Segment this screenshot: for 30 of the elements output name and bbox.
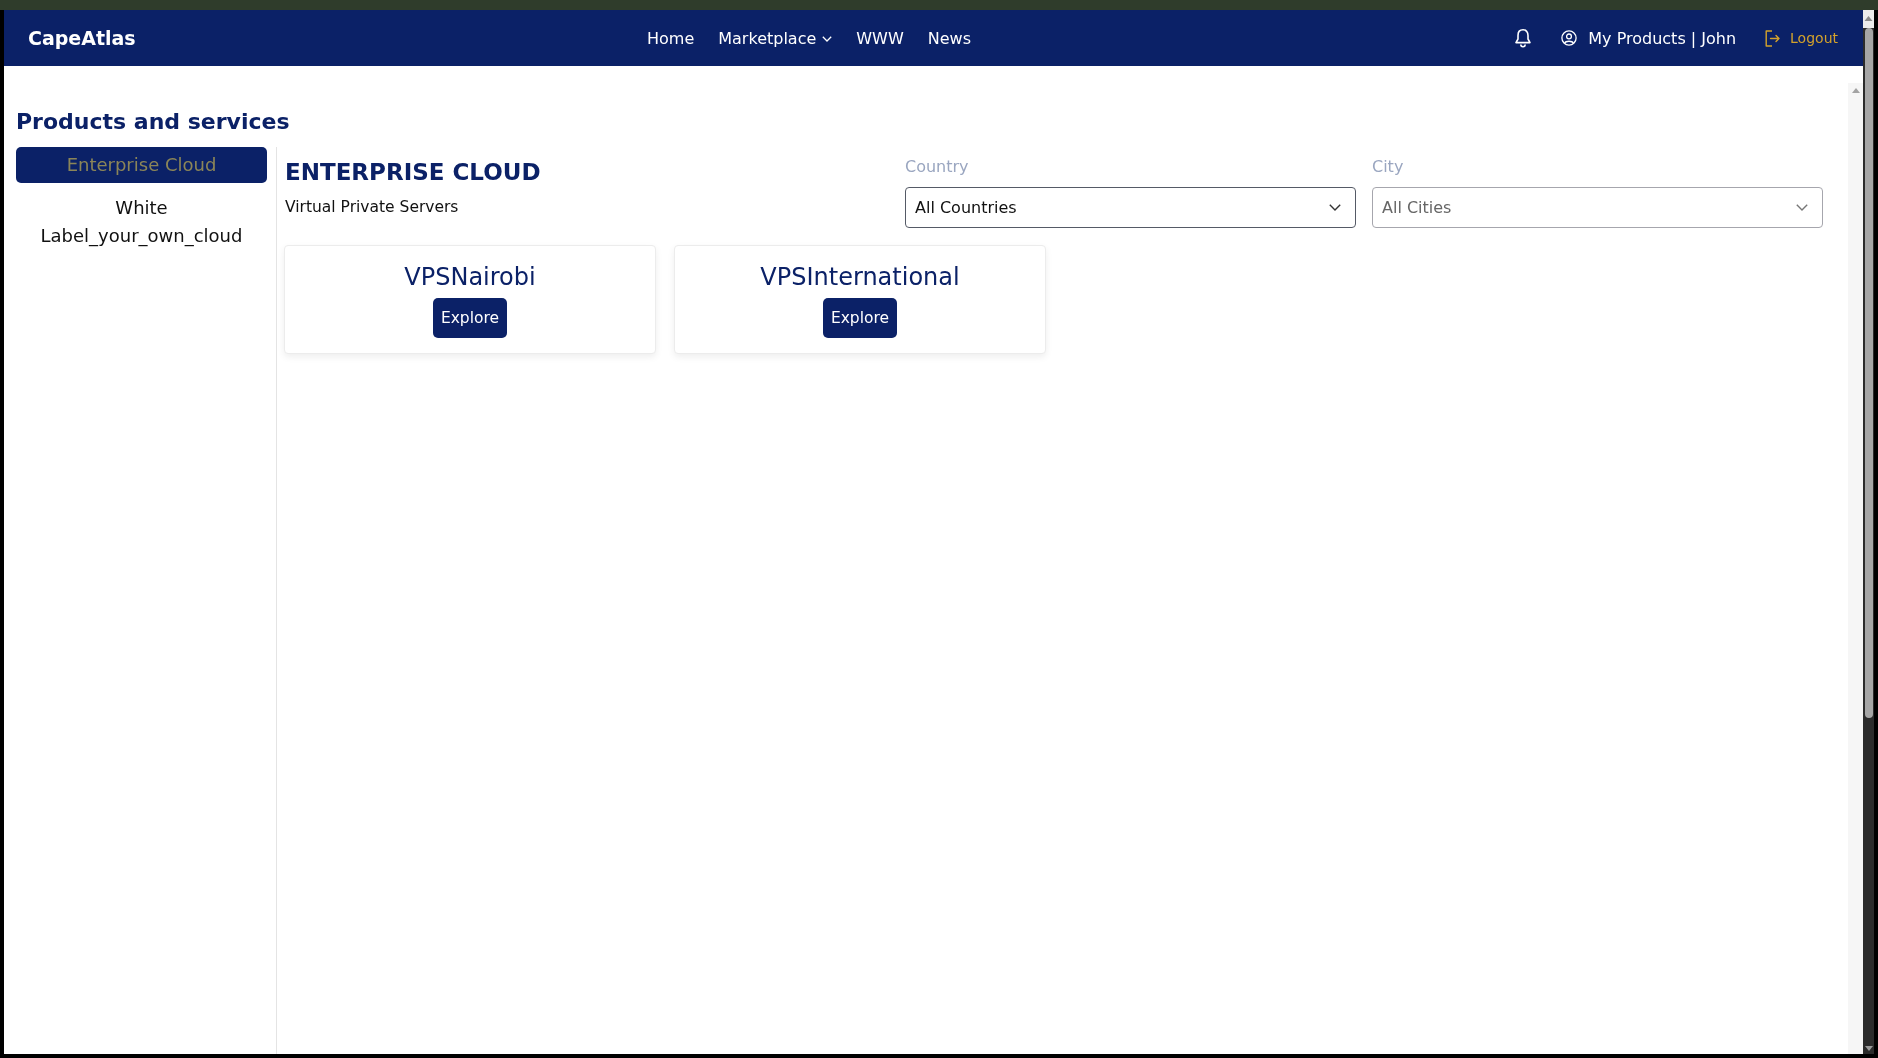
chevron-down-icon bbox=[1796, 204, 1808, 211]
caret-icon bbox=[822, 36, 833, 42]
nav-link[interactable]: News bbox=[927, 28, 971, 48]
account-link[interactable]: My Products | John bbox=[1561, 28, 1737, 48]
nav-link[interactable]: WWW bbox=[856, 28, 904, 48]
sidebar-item[interactable]: White Label_your_own_cloud bbox=[16, 190, 267, 254]
sidebar-item[interactable]: Enterprise Cloud bbox=[16, 147, 267, 183]
scrollbar[interactable] bbox=[1848, 83, 1863, 1054]
nav-link[interactable]: Marketplace bbox=[718, 28, 833, 48]
logout-link[interactable]: Logout bbox=[1765, 29, 1838, 47]
page-title: Products and services bbox=[16, 108, 290, 136]
field-label: City bbox=[1372, 156, 1404, 178]
scrollbar[interactable] bbox=[1863, 10, 1874, 1054]
logo[interactable]: CapeAtlas bbox=[28, 27, 136, 49]
dropdown-field[interactable]: All Countries bbox=[905, 187, 1356, 228]
explore-button[interactable]: Explore bbox=[822, 298, 898, 338]
user-icon bbox=[1561, 30, 1578, 46]
scrollbar-thumb[interactable] bbox=[1864, 28, 1873, 718]
chevron-down-icon bbox=[1329, 204, 1341, 211]
nav-link[interactable]: Home bbox=[647, 28, 695, 48]
bell-icon[interactable] bbox=[1514, 28, 1533, 48]
product-name: VPSInternational bbox=[760, 262, 960, 292]
field-label: Country bbox=[905, 156, 969, 178]
section-title: ENTERPRISE CLOUD bbox=[285, 158, 541, 187]
section-subtitle: Virtual Private Servers bbox=[285, 197, 459, 218]
scroll-down-icon[interactable] bbox=[1864, 1046, 1873, 1051]
explore-button[interactable]: Explore bbox=[432, 298, 508, 338]
logout-icon bbox=[1765, 29, 1781, 47]
product-name: VPSNairobi bbox=[404, 262, 536, 292]
scroll-up-icon[interactable] bbox=[1863, 10, 1874, 28]
